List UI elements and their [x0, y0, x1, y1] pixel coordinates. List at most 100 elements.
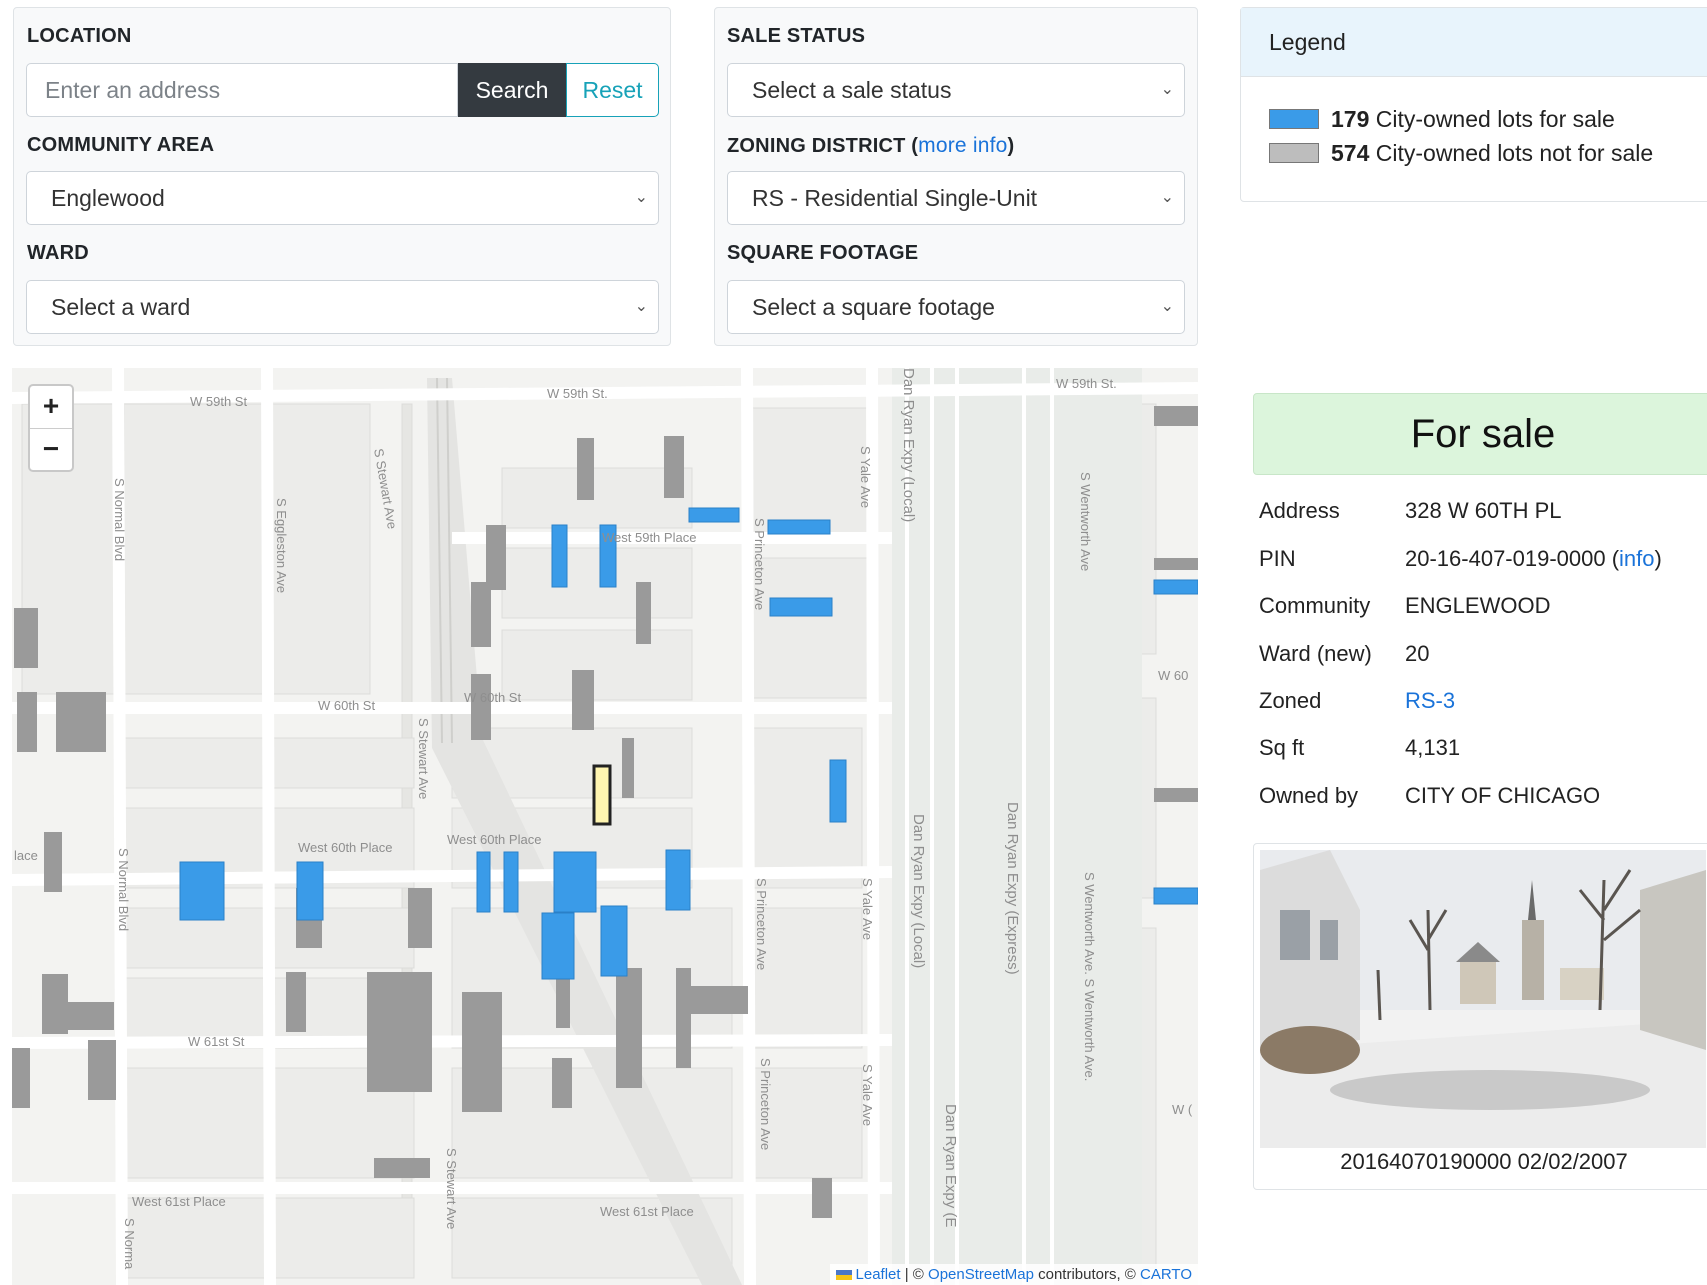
street-label: West 60th Place [447, 832, 542, 847]
community-area-label: COMMUNITY AREA [27, 134, 215, 156]
street-label: W 59th St. [1056, 376, 1117, 391]
street-label: W 59th St [190, 394, 248, 409]
info-label-sqft: Sq ft [1259, 735, 1305, 760]
map[interactable]: W 59th St W 59th St. W 59th St. West 59t… [12, 368, 1198, 1285]
square-footage-value: Select a square footage [752, 294, 995, 320]
legend-item-for-sale: 179 City-owned lots for sale [1269, 106, 1615, 133]
street-label: West 61st Place [600, 1204, 694, 1219]
street-label: Dan Ryan Expy (Express) [1004, 802, 1021, 975]
photo-caption: 20164070190000 02/02/2007 [1340, 1149, 1628, 1174]
chevron-down-icon: ⌄ [634, 298, 648, 315]
sale-status-banner: For sale [1253, 393, 1707, 475]
chevron-down-icon: ⌄ [1160, 189, 1174, 206]
attribution-sep: | © [900, 1266, 929, 1283]
map-attribution: Leaflet | © OpenStreetMap contributors, … [829, 1264, 1198, 1285]
ward-value: Select a ward [51, 294, 191, 320]
street-label: Dan Ryan Expy (E [942, 1104, 959, 1228]
leaflet-flag-icon [835, 1270, 852, 1280]
zoom-in-button[interactable]: + [30, 386, 72, 428]
square-footage-label: SQUARE FOOTAGE [727, 242, 919, 264]
street-label: S Princeton Ave [752, 518, 767, 611]
street-label: S Stewart Ave [444, 1148, 459, 1230]
legend-title: Legend [1241, 8, 1707, 77]
street-label: W 60th St [318, 698, 376, 713]
info-label-pin: PIN [1259, 546, 1296, 571]
info-value-sqft: 4,131 [1405, 735, 1461, 760]
info-value-pin: 20-16-407-019-0000 (info) [1405, 546, 1662, 572]
ward-label: WARD [27, 242, 89, 264]
sale-status-label: SALE STATUS [727, 25, 866, 47]
street-label: S Princeton Ave [754, 878, 769, 971]
zoom-out-button[interactable]: − [30, 428, 72, 470]
attribution-mid: contributors, © [1033, 1266, 1141, 1283]
pin-number: 20-16-407-019-0000 ( [1405, 546, 1620, 571]
street-label: S Wentworth Ave [1078, 472, 1093, 572]
more-info-link[interactable]: more info [918, 134, 1007, 157]
parcel-photo-card: 20164070190000 02/02/2007 [1253, 843, 1707, 1190]
for-sale-text: City-owned lots for sale [1369, 106, 1615, 132]
street-label: Dan Ryan Expy (Local) [910, 814, 927, 969]
info-value-address: 328 W 60TH PL [1405, 498, 1562, 523]
address-input[interactable]: Enter an address [26, 63, 458, 117]
street-label: West 61st Place [132, 1194, 226, 1209]
for-sale-swatch [1269, 109, 1319, 129]
street-label: S Yale Ave [860, 878, 875, 941]
carto-link[interactable]: CARTO [1140, 1266, 1192, 1283]
street-label: S Yale Ave [860, 1064, 875, 1127]
street-label: S Normal Blvd [112, 478, 127, 562]
street-label: S Normal Blvd [116, 848, 131, 932]
info-label-zoned: Zoned [1259, 688, 1322, 713]
zoom-control: + − [28, 384, 74, 472]
community-area-value: Englewood [51, 185, 165, 211]
street-label: Dan Ryan Expy (Local) [900, 368, 917, 523]
pin-close-paren: ) [1654, 546, 1662, 571]
zoning-link[interactable]: RS-3 [1405, 688, 1455, 714]
pin-info-link[interactable]: info [1619, 546, 1654, 571]
community-area-select[interactable]: Englewood ⌄ [26, 171, 659, 225]
sale-status-value: Select a sale status [752, 77, 952, 103]
info-label-community: Community [1259, 593, 1371, 618]
square-footage-select[interactable]: Select a square footage ⌄ [727, 280, 1185, 334]
chevron-down-icon: ⌄ [1160, 81, 1174, 98]
chevron-down-icon: ⌄ [1160, 298, 1174, 315]
for-sale-count: 179 [1331, 106, 1370, 132]
street-label: W 61st St [188, 1034, 245, 1049]
info-label-ward: Ward (new) [1259, 641, 1372, 666]
street-label: S Yale Ave [858, 446, 873, 509]
info-value-community: ENGLEWOOD [1405, 593, 1551, 618]
info-label-owner: Owned by [1259, 783, 1359, 808]
street-label: S Stewart Ave [416, 718, 431, 800]
location-label: LOCATION [27, 25, 132, 47]
not-for-sale-swatch [1269, 143, 1319, 163]
street-label: W 60th St [464, 690, 522, 705]
leaflet-link[interactable]: Leaflet [856, 1266, 901, 1283]
street-label: S Stewart Ave [371, 447, 400, 531]
info-value-ward: 20 [1405, 641, 1430, 666]
ward-select[interactable]: Select a ward ⌄ [26, 280, 659, 334]
zoning-district-label: ZONING DISTRICT (more info) [727, 134, 1014, 158]
street-label: S Eggleston Ave [274, 498, 289, 594]
street-label: S Norma [122, 1218, 137, 1270]
street-label: W 60 [1158, 668, 1189, 683]
info-value-owner: CITY OF CHICAGO [1405, 783, 1601, 808]
legend-item-not-for-sale: 574 City-owned lots not for sale [1269, 140, 1653, 167]
osm-link[interactable]: OpenStreetMap [928, 1266, 1034, 1283]
street-label: lace [14, 848, 38, 863]
street-labels: W 59th St W 59th St. W 59th St. West 59t… [12, 368, 1198, 1285]
not-for-sale-text: City-owned lots not for sale [1369, 140, 1654, 166]
legend-card: Legend 179 City-owned lots for sale 574 … [1240, 7, 1707, 202]
not-for-sale-count: 574 [1331, 140, 1370, 166]
chevron-down-icon: ⌄ [634, 189, 648, 206]
street-label: West 59th Place [602, 530, 697, 545]
sale-status-select[interactable]: Select a sale status ⌄ [727, 63, 1185, 117]
street-label: W ( [1172, 1102, 1193, 1117]
search-button[interactable]: Search [458, 63, 566, 117]
zoning-label-text: ZONING DISTRICT ( [727, 135, 919, 157]
reset-button[interactable]: Reset [566, 63, 659, 117]
zoning-district-value: RS - Residential Single-Unit [752, 185, 1038, 211]
info-label-address: Address [1259, 498, 1340, 523]
zoning-label-end: ) [1007, 135, 1015, 157]
parcel-photo [1260, 850, 1706, 1148]
zoning-district-select[interactable]: RS - Residential Single-Unit ⌄ [727, 171, 1185, 225]
street-label: W 59th St. [547, 386, 608, 401]
